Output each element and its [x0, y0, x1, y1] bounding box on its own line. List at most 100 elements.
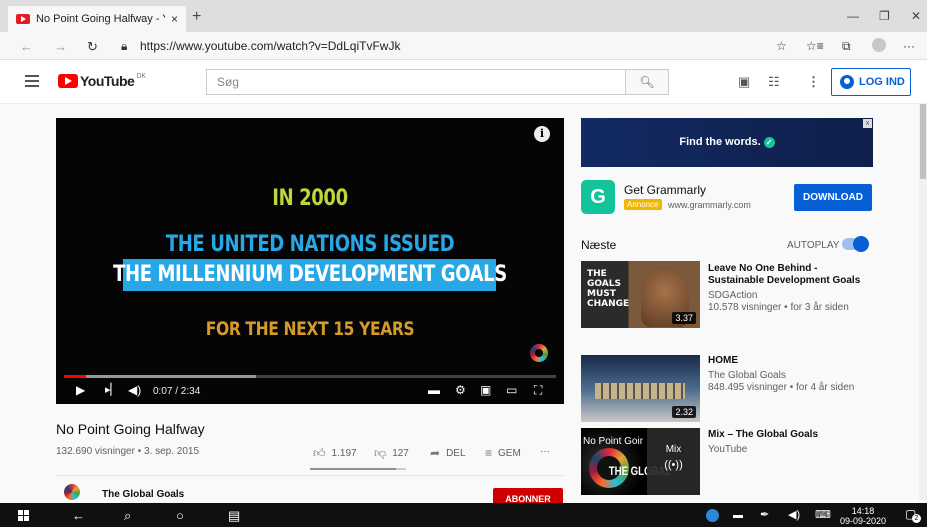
video-title[interactable]: Mix – The Global Goals — [708, 429, 868, 441]
mix-thumbnail[interactable]: No Point Goir THE GLOBAL Mix ((•)) — [581, 428, 700, 495]
divider — [56, 475, 564, 476]
video-title[interactable]: HOME — [708, 355, 868, 367]
video-caption-line-2: THE UNITED NATIONS ISSUED — [165, 232, 455, 257]
youtube-favicon-icon — [16, 14, 30, 24]
notification-center-icon[interactable]: ▢ 2 — [905, 507, 921, 523]
collections-icon[interactable]: ⧉ — [842, 39, 851, 54]
subtitles-icon[interactable]: ▬ — [428, 383, 440, 397]
volume-icon[interactable]: ◀︎) — [788, 508, 800, 521]
grammarly-logo[interactable]: G — [581, 180, 615, 214]
windows-start-icon[interactable] — [18, 510, 29, 521]
video-caption-line-1: IN 2000 — [272, 186, 348, 211]
browser-tab[interactable]: No Point Going Halfway - YouTu × — [8, 6, 186, 32]
more-icon[interactable]: ··· — [903, 39, 915, 53]
space-station-image — [595, 383, 685, 399]
pen-icon[interactable]: ✒ — [760, 508, 769, 521]
channel-name: SDGAction — [708, 290, 758, 301]
video-stats: 848.495 visninger • for 4 år siden — [708, 382, 855, 393]
up-next-label: Næste — [581, 238, 617, 252]
edge-app-icon[interactable] — [706, 509, 719, 522]
task-view-icon[interactable]: ▤ — [228, 508, 240, 524]
more-actions-button[interactable]: ··· — [540, 446, 550, 457]
search-input[interactable]: Søg — [206, 69, 625, 95]
profile-avatar-icon[interactable] — [872, 38, 886, 52]
ad-banner[interactable]: Find the words. ✓ — [581, 118, 873, 167]
hamburger-menu-icon[interactable] — [25, 75, 39, 87]
settings-gear-icon[interactable]: ⚙ — [455, 383, 466, 397]
apps-grid-icon[interactable]: ☷ — [768, 74, 780, 90]
video-thumbnail[interactable]: THE GOALS MUST CHANGE 3.37 — [581, 261, 700, 328]
browser-tab-bar: No Point Going Halfway - YouTu × + — ❐ ✕ — [0, 0, 927, 32]
system-clock[interactable]: 14:18 09-09-2020 — [840, 506, 886, 526]
channel-name: The Global Goals — [708, 370, 786, 381]
share-label: DEL — [446, 447, 466, 459]
youtube-header: YouTube DK Søg 🔍︎ ▣ ☷ ⋮ LOG IND — [0, 60, 927, 104]
minimize-icon[interactable]: — — [847, 9, 859, 23]
fullscreen-icon[interactable]: ⛶ — [534, 383, 542, 398]
tab-close-icon[interactable]: × — [171, 12, 178, 26]
video-caption-line-4: FOR THE NEXT 15 YEARS — [205, 318, 415, 340]
autoplay-label: AUTOPLAY — [787, 240, 840, 251]
search-icon[interactable]: ⌕ — [124, 508, 131, 524]
video-title[interactable]: Leave No One Behind - Sustainable Develo… — [708, 263, 868, 287]
ad-banner-text: Find the words. — [679, 136, 761, 148]
theater-mode-icon[interactable]: ▭ — [506, 383, 517, 397]
dislike-button[interactable]: 👎︎ 127 — [374, 446, 409, 461]
login-button[interactable]: LOG IND — [831, 68, 911, 96]
youtube-play-icon — [58, 74, 78, 88]
page-scrollbar[interactable] — [919, 104, 927, 500]
share-button[interactable]: ➦ DEL — [430, 446, 466, 460]
channel-name[interactable]: The Global Goals — [102, 489, 184, 500]
windows-taskbar: ← ⌕ ○ ▤ ▬ ✒ ◀︎) ⌨ 14:18 09-09-2020 ▢ 2 — [0, 503, 927, 527]
like-ratio-fill — [310, 468, 397, 470]
restore-icon[interactable]: ❐ — [879, 9, 890, 23]
close-window-icon[interactable]: ✕ — [911, 9, 921, 23]
ad-domain: www.grammarly.com — [668, 200, 751, 210]
volume-icon[interactable]: ◀︎) — [128, 383, 141, 397]
play-icon[interactable]: ▶ — [76, 383, 85, 397]
cortana-icon[interactable]: ○ — [176, 508, 184, 523]
tab-title: No Point Going Halfway - YouTu — [36, 13, 165, 25]
check-icon: ✓ — [763, 136, 775, 148]
keyboard-icon[interactable]: ⌨ — [815, 508, 831, 521]
video-player[interactable]: IN 2000 THE UNITED NATIONS ISSUED THE MI… — [56, 118, 564, 404]
favorite-star-icon[interactable]: ☆ — [776, 39, 787, 53]
network-icon[interactable]: ▬ — [733, 510, 743, 521]
back-arrow-icon[interactable]: ← — [72, 508, 85, 523]
channel-avatar[interactable] — [64, 484, 80, 500]
channel-name: YouTube — [708, 444, 748, 455]
country-code: DK — [136, 73, 147, 80]
progress-bar[interactable] — [64, 375, 556, 378]
more-actions-icon: ··· — [540, 446, 550, 457]
search-button[interactable]: 🔍︎ — [625, 69, 669, 95]
clock-time: 14:18 — [851, 506, 875, 516]
ad-close-icon[interactable]: x — [863, 119, 872, 128]
info-icon[interactable]: i — [534, 126, 550, 142]
scrollbar-thumb[interactable] — [920, 104, 926, 179]
url-field[interactable]: https://www.youtube.com/watch?v=DdLqiTvF… — [140, 39, 400, 53]
favorites-icon[interactable]: ☆≡ — [806, 39, 824, 53]
video-thumbnail[interactable]: 2.32 — [581, 355, 700, 422]
search-icon: 🔍︎ — [639, 75, 655, 89]
autoplay-toggle[interactable] — [842, 236, 869, 252]
new-tab-icon[interactable]: + — [192, 8, 201, 26]
refresh-icon[interactable]: ↻ — [87, 39, 98, 55]
next-icon[interactable]: ▸▏ — [105, 383, 119, 396]
video-camera-icon[interactable]: ▣ — [738, 74, 750, 90]
miniplayer-icon[interactable]: ▣ — [480, 383, 491, 397]
download-button[interactable]: DOWNLOAD — [794, 184, 872, 211]
back-icon[interactable]: ← — [20, 39, 33, 54]
thumbs-up-icon: 👍︎ — [313, 446, 326, 460]
subscribe-button[interactable]: ABONNER — [493, 488, 563, 504]
video-meta: 132.690 visninger • 3. sep. 2015 — [56, 446, 200, 457]
mix-overlay: Mix ((•)) — [647, 428, 700, 495]
like-button[interactable]: 👍︎ 1.197 — [313, 446, 357, 461]
forward-icon[interactable]: → — [54, 39, 67, 54]
ad-title[interactable]: Get Grammarly — [624, 183, 706, 197]
thumbnail-text-line: CHANGE — [587, 299, 630, 309]
more-vert-icon[interactable]: ⋮ — [807, 74, 820, 90]
youtube-logo[interactable]: YouTube DK — [58, 73, 146, 89]
save-button[interactable]: ≡ GEM — [485, 446, 521, 460]
thumbnail-text-line: GOALS — [587, 279, 621, 289]
like-count: 1.197 — [331, 448, 357, 459]
